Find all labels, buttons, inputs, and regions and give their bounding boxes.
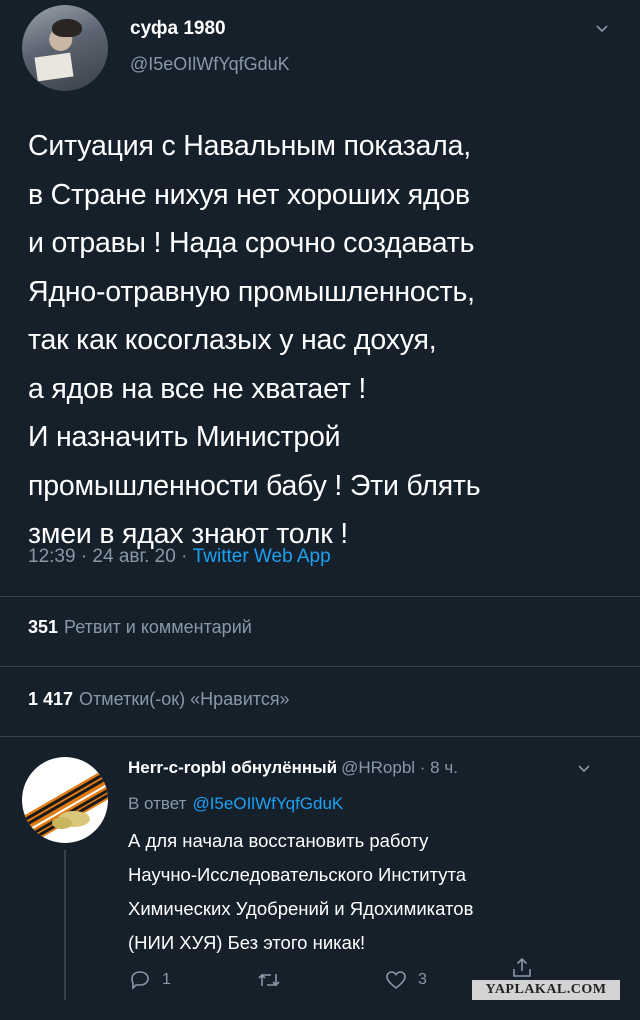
divider (0, 596, 640, 597)
in-reply-to: В ответ @I5eOIlWfYqfGduK (128, 794, 343, 814)
divider (0, 666, 640, 667)
likes-stat[interactable]: 1 417 Отметки(-ок) «Нравится» (28, 689, 290, 710)
like-count: 3 (418, 971, 427, 988)
in-reply-to-label: В ответ (128, 794, 187, 813)
reply-action[interactable]: 1 (128, 966, 171, 994)
retweets-label: Ретвит и комментарий (64, 617, 252, 637)
reply-icon (131, 971, 149, 990)
retweets-stat[interactable]: 351 Ретвит и комментарий (28, 617, 252, 638)
watermark: YAPLAKAL.COM (472, 980, 620, 1000)
like-icon (386, 971, 406, 990)
author-handle[interactable]: @I5eOIlWfYqfGduK (130, 54, 290, 75)
reply-text: А для начала восстановить работу Научно-… (128, 830, 474, 953)
reply-count: 1 (162, 971, 171, 988)
reply-avatar[interactable] (22, 757, 108, 843)
like-action[interactable]: 3 (384, 966, 427, 994)
thread-line (64, 850, 66, 1000)
reply-handle-time[interactable]: @HRopbl · 8 ч. (341, 758, 458, 777)
chevron-down-icon[interactable] (578, 762, 590, 774)
retweet-icon (258, 973, 280, 987)
reply-author-name[interactable]: Herr-c-ropbl обнулённый (128, 758, 337, 777)
likes-label: Отметки(-ок) «Нравится» (79, 689, 290, 709)
retweet-action[interactable] (256, 966, 292, 994)
retweets-count: 351 (28, 617, 59, 637)
chevron-down-icon[interactable] (596, 22, 608, 34)
author-avatar[interactable] (22, 5, 108, 91)
tweet-timestamp: 12:39 · 24 авг. 20 · Twitter Web App (28, 546, 331, 568)
tweet-source-link[interactable]: Twitter Web App (193, 546, 331, 567)
divider (0, 736, 640, 737)
tweet-text: Ситуация с Навальным показала, в Стране … (28, 130, 481, 550)
likes-count: 1 417 (28, 689, 74, 709)
author-name[interactable]: суфа 1980 (130, 18, 226, 40)
share-icon (513, 957, 531, 977)
reply-author[interactable]: Herr-c-ropbl обнулённый @HRopbl · 8 ч. (128, 758, 458, 778)
share-action[interactable] (510, 954, 534, 982)
in-reply-to-handle[interactable]: @I5eOIlWfYqfGduK (192, 794, 343, 813)
tweet-time: 12:39 · 24 авг. 20 · (28, 546, 193, 567)
